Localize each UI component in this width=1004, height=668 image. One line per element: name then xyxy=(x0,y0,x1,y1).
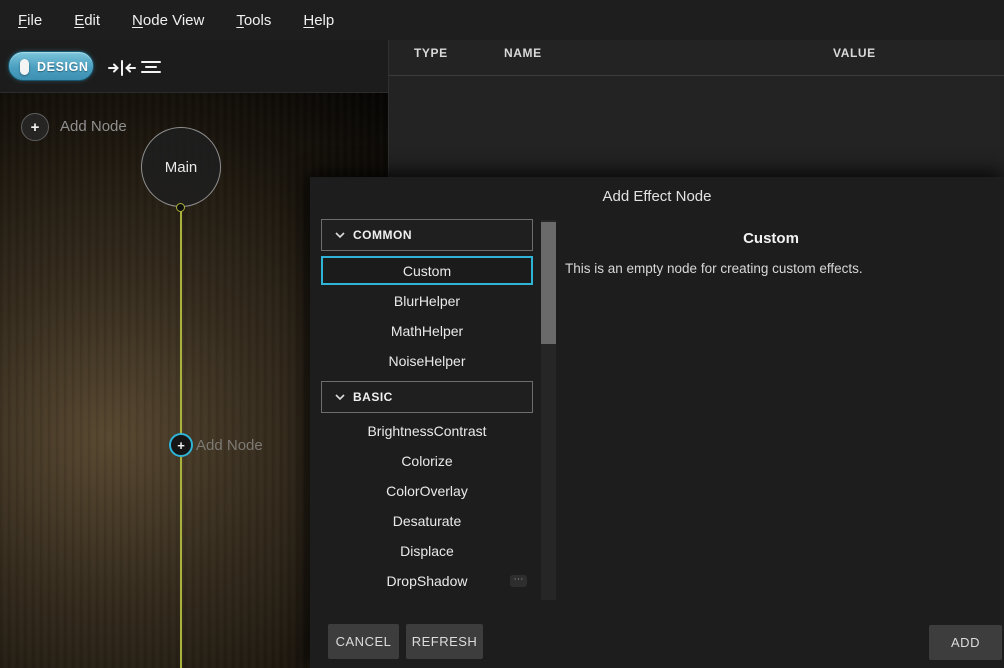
add-node-button-top[interactable]: + xyxy=(21,113,49,141)
add-node-label-top: Add Node xyxy=(60,118,127,135)
menu-file[interactable]: File xyxy=(18,12,42,29)
menu-edit[interactable]: Edit xyxy=(74,12,100,29)
chevron-down-icon xyxy=(335,394,345,400)
effect-item-brightnesscontrast[interactable]: BrightnessContrast xyxy=(321,416,533,446)
effect-item-blurhelper[interactable]: BlurHelper xyxy=(321,286,533,316)
toolbar: DESIGN xyxy=(0,40,388,93)
main-node[interactable]: Main xyxy=(141,127,221,207)
effect-item-desaturate[interactable]: Desaturate xyxy=(321,506,533,536)
collapse-horizontal-icon[interactable] xyxy=(108,59,136,77)
menu-bar: File Edit Node View Tools Help xyxy=(0,0,1004,40)
application-window: File Edit Node View Tools Help DESIGN xyxy=(0,0,1004,668)
add-node-label-wire: Add Node xyxy=(196,437,263,454)
section-header-basic[interactable]: BASIC xyxy=(321,381,533,413)
plus-icon: + xyxy=(177,438,185,453)
add-effect-node-dialog: Add Effect Node COMMONCustomBlurHelperMa… xyxy=(310,177,1004,668)
effect-item-noisehelper[interactable]: NoiseHelper xyxy=(321,346,533,376)
scrollbar-thumb[interactable] xyxy=(541,222,556,344)
section-label: BASIC xyxy=(353,390,393,404)
dialog-title: Add Effect Node xyxy=(310,188,1004,205)
effect-item-colorize[interactable]: Colorize xyxy=(321,446,533,476)
refresh-button[interactable]: REFRESH xyxy=(406,624,483,659)
section-header-common[interactable]: COMMON xyxy=(321,219,533,251)
plus-icon: + xyxy=(31,119,40,136)
menu-help[interactable]: Help xyxy=(303,12,334,29)
section-label: COMMON xyxy=(353,228,412,242)
design-toggle-label: DESIGN xyxy=(37,60,89,74)
align-lines-icon[interactable] xyxy=(140,59,168,77)
cancel-button[interactable]: CANCEL xyxy=(328,624,399,659)
effect-detail-heading: Custom xyxy=(557,230,985,247)
effect-item-coloroverlay[interactable]: ColorOverlay xyxy=(321,476,533,506)
add-node-button-wire[interactable]: + xyxy=(169,433,193,457)
effect-list: COMMON CustomBlurHelperMathHelperNoiseHel… xyxy=(321,219,533,644)
effect-detail-description: This is an empty node for creating custo… xyxy=(565,261,990,276)
effect-item-mathhelper[interactable]: MathHelper xyxy=(321,316,533,346)
more-options-icon[interactable]: ⋯ xyxy=(510,575,527,587)
main-node-label: Main xyxy=(165,159,198,176)
menu-tools[interactable]: Tools xyxy=(236,12,271,29)
main-node-output-port[interactable] xyxy=(176,203,185,212)
effect-list-scrollbar[interactable] xyxy=(541,220,556,600)
add-button[interactable]: ADD xyxy=(929,625,1002,660)
effect-item-custom[interactable]: Custom xyxy=(321,256,533,285)
effect-item-displace[interactable]: Displace xyxy=(321,536,533,566)
menu-node-view[interactable]: Node View xyxy=(132,12,204,29)
toggle-knob-icon xyxy=(20,59,29,75)
effect-item-dropshadow[interactable]: DropShadow⋯ xyxy=(321,566,533,596)
chevron-down-icon xyxy=(335,232,345,238)
design-mode-toggle[interactable]: DESIGN xyxy=(8,51,94,81)
